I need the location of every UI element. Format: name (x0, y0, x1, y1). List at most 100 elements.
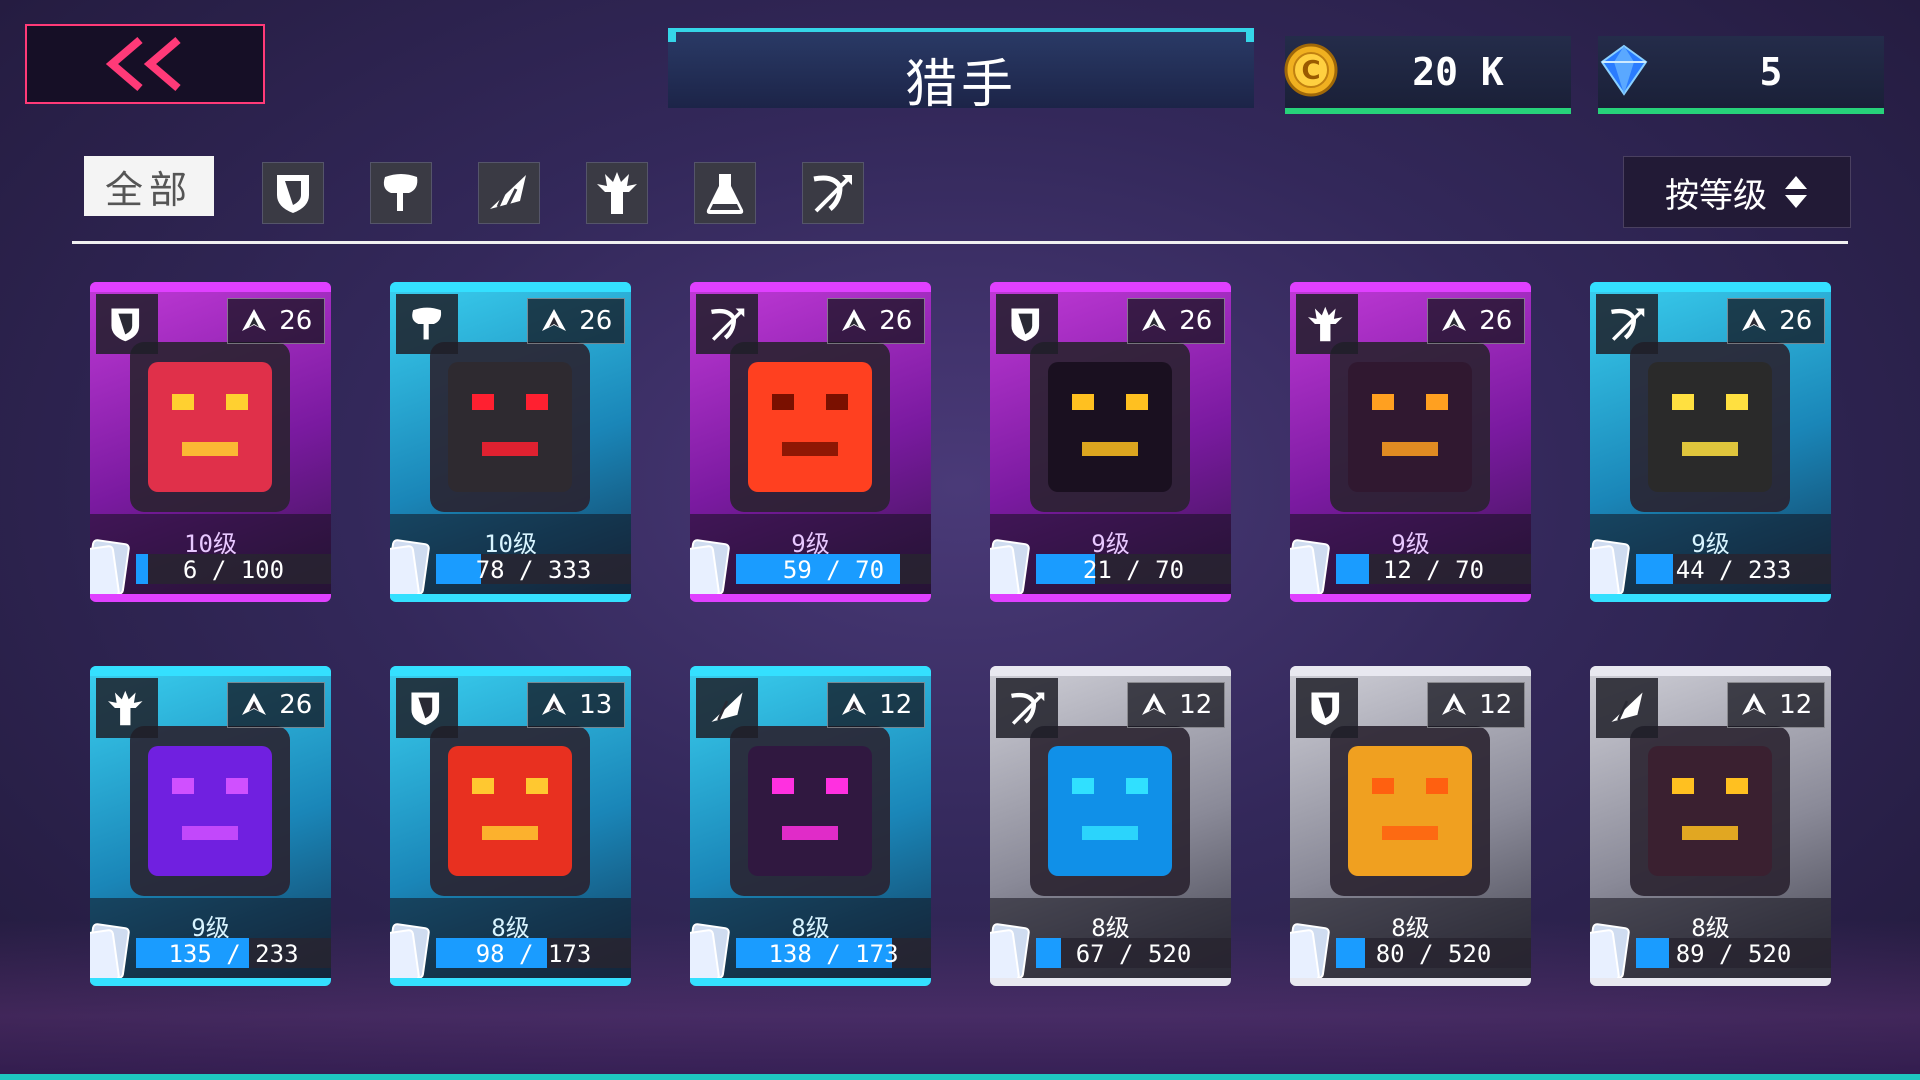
gem-value: 5 (1759, 50, 1783, 94)
spike-icon (108, 690, 143, 726)
rating-emblem-icon (1441, 693, 1466, 715)
shield-icon (277, 175, 309, 213)
card-bottom-trim (90, 594, 331, 602)
bow-icon (1011, 692, 1045, 725)
rating-emblem-icon (841, 309, 866, 331)
spike-icon (1308, 306, 1343, 342)
filter-shield-button[interactable] (262, 162, 324, 224)
sort-arrows-icon (1785, 176, 1807, 208)
shield-icon (1011, 308, 1040, 342)
hunter-card[interactable]: 26 9级 21 / 70 (990, 282, 1231, 602)
card-shard-icon (1590, 539, 1630, 601)
card-bottom-trim (1290, 978, 1531, 986)
rating-emblem-icon (1441, 309, 1466, 331)
card-progress-bar: 12 / 70 (1336, 554, 1531, 584)
card-rating: 26 (1427, 298, 1525, 344)
card-rating: 26 (227, 298, 325, 344)
page-title: 猎手 (904, 55, 1017, 115)
rating-value: 12 (1779, 690, 1813, 720)
card-bottom-trim (90, 978, 331, 986)
card-rating: 26 (227, 682, 325, 728)
card-class-badge (696, 294, 758, 354)
bottom-accent-line (0, 1074, 1920, 1080)
filter-axe-button[interactable] (370, 162, 432, 224)
shield-icon (1311, 692, 1340, 726)
sort-by-level-button[interactable]: 按等级 (1623, 156, 1851, 228)
card-shard-icon (90, 923, 130, 985)
card-rating: 26 (1127, 298, 1225, 344)
gem-currency[interactable]: 5 (1598, 36, 1884, 114)
card-progress-bar: 21 / 70 (1036, 554, 1231, 584)
rating-value: 26 (579, 306, 613, 336)
filter-bow-button[interactable] (802, 162, 864, 224)
hunter-card[interactable]: 26 9级 12 / 70 (1290, 282, 1531, 602)
card-bottom-trim (990, 978, 1231, 986)
card-shard-icon (390, 539, 430, 601)
hunter-card[interactable]: 12 8级 89 / 520 (1590, 666, 1831, 986)
card-progress-text: 78 / 333 (475, 556, 592, 584)
rating-value: 26 (879, 306, 913, 336)
sort-label: 按等级 (1665, 175, 1767, 216)
card-shard-icon (690, 539, 730, 601)
launcher-icon (490, 175, 526, 210)
card-shard-icon (690, 923, 730, 985)
card-rating: 26 (827, 298, 925, 344)
hunter-card[interactable]: 26 10级 6 / 100 (90, 282, 331, 602)
card-bottom-trim (390, 594, 631, 602)
card-bottom-trim (390, 978, 631, 986)
hunter-card[interactable]: 26 10级 78 / 333 (390, 282, 631, 602)
hunter-card[interactable]: 12 8级 138 / 173 (690, 666, 931, 986)
rating-value: 26 (279, 306, 313, 336)
card-progress-bar: 80 / 520 (1336, 938, 1531, 968)
gold-currency[interactable]: C 20 K (1284, 36, 1571, 114)
card-progress-text: 89 / 520 (1675, 940, 1792, 968)
rating-emblem-icon (241, 693, 266, 715)
card-bottom-trim (690, 594, 931, 602)
card-shard-icon (90, 539, 130, 601)
rating-value: 26 (279, 690, 313, 720)
card-class-badge (396, 678, 458, 738)
hunter-card[interactable]: 13 8级 98 / 173 (390, 666, 631, 986)
filter-launcher-button[interactable] (478, 162, 540, 224)
hunter-card[interactable]: 12 8级 80 / 520 (1290, 666, 1531, 986)
card-progress-bar: 135 / 233 (136, 938, 331, 968)
filter-all-tab[interactable]: 全部 (84, 156, 214, 216)
bow-icon (1611, 308, 1645, 341)
hunter-card[interactable]: 26 9级 44 / 233 (1590, 282, 1831, 602)
rating-value: 13 (579, 690, 613, 720)
rating-emblem-icon (541, 309, 566, 331)
back-button[interactable] (25, 24, 265, 104)
card-bottom-trim (1590, 594, 1831, 602)
card-shard-icon (1290, 923, 1330, 985)
shield-icon (111, 308, 140, 342)
shield-icon (411, 692, 440, 726)
rating-emblem-icon (1141, 693, 1166, 715)
launcher-icon (711, 692, 743, 722)
card-rating: 12 (1727, 682, 1825, 728)
filter-flask-button[interactable] (694, 162, 756, 224)
card-rating: 12 (1427, 682, 1525, 728)
rating-emblem-icon (541, 693, 566, 715)
card-progress-bar: 138 / 173 (736, 938, 931, 968)
card-bottom-trim (1290, 594, 1531, 602)
svg-text:C: C (1301, 56, 1320, 86)
double-chevron-left-icon (105, 36, 181, 92)
card-shard-icon (990, 923, 1030, 985)
rating-value: 26 (1779, 306, 1813, 336)
card-bottom-trim (1590, 978, 1831, 986)
hunter-card[interactable]: 26 9级 59 / 70 (690, 282, 931, 602)
card-shard-icon (390, 923, 430, 985)
card-class-badge (996, 678, 1058, 738)
hunter-card[interactable]: 12 8级 67 / 520 (990, 666, 1231, 986)
spike-icon (597, 172, 637, 214)
rating-value: 12 (1179, 690, 1213, 720)
hunter-card[interactable]: 26 9级 135 / 233 (90, 666, 331, 986)
card-progress-text: 59 / 70 (782, 556, 885, 584)
card-progress-bar: 67 / 520 (1036, 938, 1231, 968)
rating-emblem-icon (241, 309, 266, 331)
filter-spike-button[interactable] (586, 162, 648, 224)
card-progress-text: 67 / 520 (1075, 940, 1192, 968)
card-progress-bar: 89 / 520 (1636, 938, 1831, 968)
card-progress-text: 135 / 233 (168, 940, 299, 968)
axe-icon (412, 307, 442, 340)
